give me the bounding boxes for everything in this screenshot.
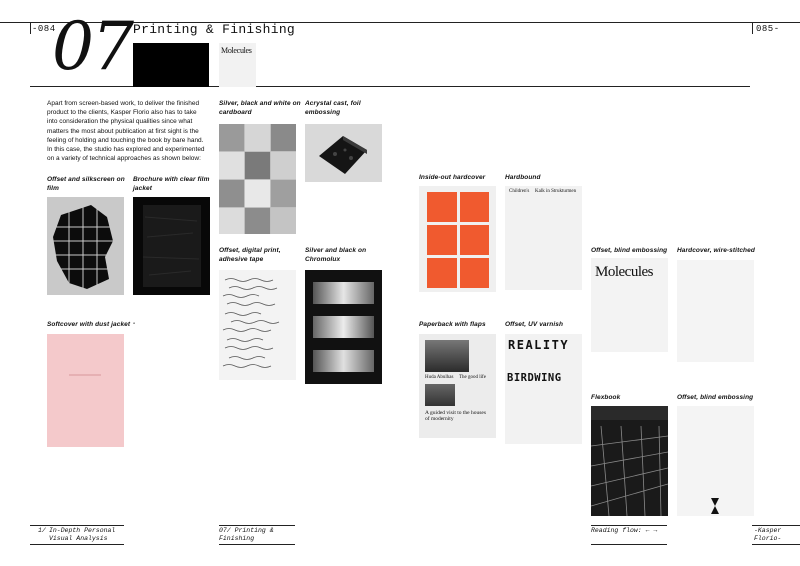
paperback-photo-top	[425, 340, 469, 372]
footer-rule-left	[30, 525, 124, 526]
paperback-photo-mid	[425, 384, 455, 406]
section-title: Printing & Finishing	[133, 22, 296, 37]
uv-word-birdwing: BIRDWING	[507, 372, 562, 384]
paperback-author: Huda Abulhas	[425, 375, 454, 380]
black-swatch	[133, 43, 209, 87]
footer-rule-left-bottom	[30, 544, 124, 545]
caption-paperback-flaps: Paperback with flaps	[419, 321, 486, 328]
caption-silver-black-white: Silver, black and white on cardboard	[219, 100, 301, 116]
caption-silver-chromolux: Silver and black on Chromolux	[305, 247, 367, 263]
paperback-subtitle: A guided visit to the houses of modernit…	[425, 410, 486, 422]
molecules-thumbnail: Molecules	[219, 43, 256, 87]
footer-rule-reading	[591, 525, 667, 526]
footer-rule-reading-bottom	[591, 544, 667, 545]
caption-brochure-film: Brochure with clear film jacket	[133, 176, 210, 192]
brochure-film-image	[133, 197, 210, 295]
offset-uv-image: REALITY BIRDWING	[505, 334, 582, 444]
caption-offset-digital: Offset, digital print, adhesive tape	[219, 247, 281, 263]
footer-section: 07/ Printing & Finishing	[219, 527, 274, 542]
hardbound-word-1: Children's	[509, 189, 530, 194]
caption-acrystal: Acrystal cast, foil embossing	[305, 100, 361, 116]
chromolux-image	[305, 270, 382, 384]
hardcover-wire-image	[677, 260, 754, 362]
caption-offset-uv: Offset, UV varnish	[505, 321, 564, 328]
offset-digital-image	[219, 270, 296, 380]
molecules-cover-title: Molecules	[595, 264, 653, 280]
silver-cardboard-image	[219, 124, 296, 234]
caption-softcover-dash: -	[133, 320, 136, 327]
footer-reading-flow: Reading flow: ← →	[591, 527, 658, 534]
acrystal-image	[305, 124, 382, 182]
orange-grid	[427, 192, 489, 288]
chromolux-bar-1	[313, 282, 374, 304]
chromolux-bar-2	[313, 316, 374, 338]
inside-out-image	[419, 186, 496, 292]
footer-author: -Kasper Florio-	[754, 527, 782, 542]
caption-offset-blind-1: Offset, blind embossing	[591, 247, 668, 254]
flexbook-image	[591, 406, 668, 516]
caption-offset-blind-2: Offset, blind embossing	[677, 394, 754, 401]
hardbound-image: Children's Kalk in Strukturmen	[505, 186, 582, 290]
softcover-dust-image	[47, 334, 124, 447]
offset-blind-2-image	[677, 406, 754, 516]
hardbound-word-2: Kalk in Strukturmen	[535, 189, 577, 194]
left-margin-rule	[30, 22, 31, 34]
molecules-thumb-word: Molecules	[221, 46, 252, 55]
caption-softcover-dust: Softcover with dust jacket	[47, 321, 131, 328]
offset-blind-1-image: Molecules	[591, 258, 668, 352]
footer-rule-center-bottom	[219, 544, 295, 545]
right-margin-rule	[752, 22, 753, 34]
footer-rule-right-bottom	[752, 544, 800, 545]
chapter-number: 07	[52, 8, 134, 85]
caption-inside-out: Inside-out hardcover	[419, 174, 486, 181]
footer-rule-center	[219, 525, 295, 526]
caption-hardcover-wire: Hardcover, wire-stitched	[677, 247, 755, 254]
paperback-flaps-image: Huda Abulhas The good life A guided visi…	[419, 334, 496, 438]
chromolux-bar-3	[313, 350, 374, 372]
footer-rule-right	[752, 525, 800, 526]
footer-left-text: In-Depth Personal Visual Analysis	[49, 527, 116, 542]
caption-flexbook: Flexbook	[591, 394, 621, 401]
softcover-spine-mark	[69, 374, 101, 376]
offset-silkscreen-image	[47, 197, 124, 295]
right-page-number: 085-	[756, 24, 780, 34]
footer-left-number: 1/	[38, 527, 46, 534]
paperback-title: The good life	[459, 375, 486, 380]
caption-offset-silkscreen: Offset and silkscreen on film	[47, 176, 125, 192]
intro-paragraph: Apart from screen-based work, to deliver…	[47, 100, 205, 163]
uv-word-reality: REALITY	[508, 338, 570, 352]
caption-hardbound: Hardbound	[505, 174, 541, 181]
